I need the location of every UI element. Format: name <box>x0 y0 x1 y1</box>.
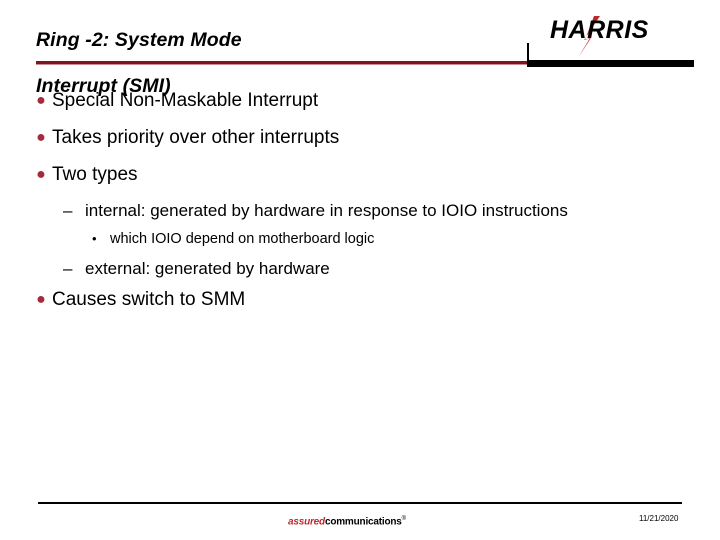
bullet-text: Takes priority over other interrupts <box>52 127 340 148</box>
bullet-text: external: generated by hardware <box>85 259 330 278</box>
bullet-text: Two types <box>52 164 138 185</box>
bullet-marker-icon: ● <box>36 129 46 146</box>
harris-wordmark: HARRIS <box>550 16 649 44</box>
bullet-level1: ● Takes priority over other interrupts <box>30 125 690 151</box>
registered-trademark-icon: ® <box>401 516 407 522</box>
bullet-marker-icon: ● <box>36 291 46 308</box>
bullet-marker-icon: ● <box>36 166 46 183</box>
bullet-dash-marker-icon: – <box>63 259 73 278</box>
bullet-level2: – external: generated by hardware <box>63 257 690 280</box>
slide-header: Ring -2: System Mode Interrupt (SMI) HAR… <box>0 0 720 97</box>
footer-tagline-assured: assured <box>288 516 325 528</box>
page-title-line-1: Ring -2: System Mode <box>36 29 242 51</box>
bullet-level2: – internal: generated by hardware in res… <box>63 199 690 222</box>
bullet-text: Special Non-Maskable Interrupt <box>52 90 319 111</box>
bullet-dash-marker-icon: – <box>63 201 73 220</box>
bullet-marker-icon: ● <box>36 92 46 109</box>
bullet-level1: ● Causes switch to SMM <box>30 287 690 313</box>
bullet-level3: • which IOIO depend on motherboard logic <box>92 229 690 249</box>
bullet-text: Causes switch to SMM <box>52 289 246 310</box>
bullet-text: internal: generated by hardware in respo… <box>85 201 568 220</box>
harris-logo: HARRIS <box>548 14 698 58</box>
title-underline-rule-shadow <box>36 64 527 65</box>
footer-tagline: assuredcommunications® <box>288 513 406 528</box>
slide-body-content: ● Special Non-Maskable Interrupt ● Takes… <box>30 88 690 324</box>
bullet-level1: ● Special Non-Maskable Interrupt <box>30 88 690 114</box>
bullet-text: which IOIO depend on motherboard logic <box>110 231 375 247</box>
bullet-level1: ● Two types <box>30 162 690 188</box>
footer-tagline-communications: communications <box>324 516 402 528</box>
footer-divider-rule <box>38 502 682 504</box>
bullet-dot-marker-icon: • <box>92 231 97 246</box>
footer-date: 11/21/2020 <box>639 514 679 523</box>
header-black-bar <box>529 60 694 67</box>
